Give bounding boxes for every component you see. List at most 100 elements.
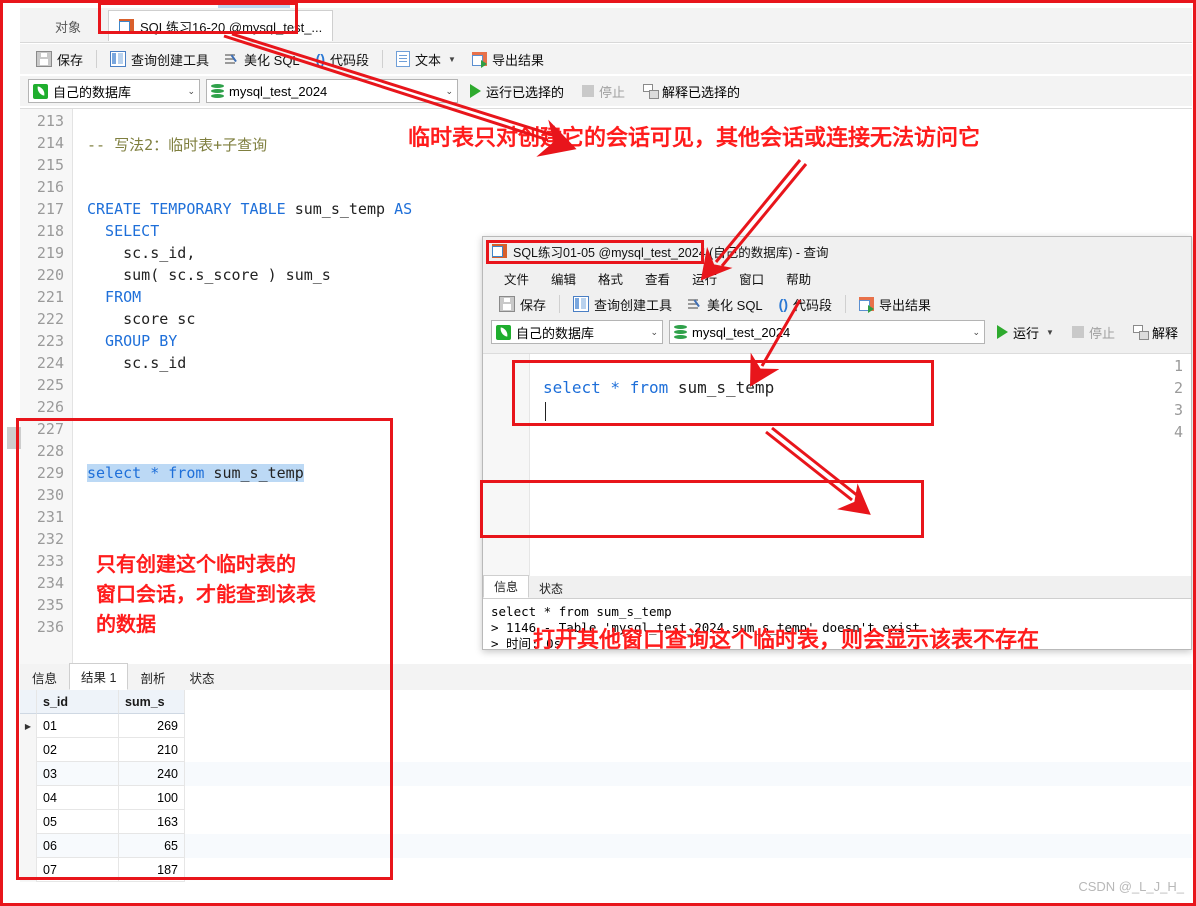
cell-sum-s[interactable]: 65 <box>119 834 185 858</box>
cell-s-id[interactable]: 04 <box>37 786 119 810</box>
menu-view[interactable]: 查看 <box>634 267 681 290</box>
line-number: 214 <box>36 134 64 152</box>
beautify-sql-button[interactable]: 美化 SQL <box>217 47 308 72</box>
chevron-down-icon[interactable]: ⌄ <box>181 86 195 97</box>
chevron-down-icon[interactable]: ⌄ <box>966 327 980 338</box>
line-number: 222 <box>36 310 64 328</box>
sub-window-connection-bar: 自己的数据库 ⌄ mysql_test_2024 ⌄ 运行 ▼ 停止 解释 <box>483 317 1191 347</box>
table-row[interactable]: 07 187 <box>20 858 1192 882</box>
chevron-down-icon[interactable]: ⌄ <box>644 327 658 338</box>
toolbar-separator <box>382 50 383 68</box>
explain-button[interactable]: 解释 <box>1127 323 1184 342</box>
menu-format[interactable]: 格式 <box>587 267 634 290</box>
explain-icon <box>1132 325 1149 340</box>
table-row[interactable]: 06 65 <box>20 834 1192 858</box>
save-button[interactable]: 保存 <box>28 47 91 72</box>
cell-s-id[interactable]: 03 <box>37 762 119 786</box>
cell-s-id[interactable]: 05 <box>37 810 119 834</box>
menu-window[interactable]: 窗口 <box>728 267 775 290</box>
save-icon <box>499 296 515 312</box>
row-marker <box>20 834 37 858</box>
explain-selected-button[interactable]: 解释已选择的 <box>637 82 746 101</box>
tab-objects[interactable]: 对象 <box>40 14 96 42</box>
line-number: 234 <box>36 574 64 592</box>
chevron-down-icon[interactable]: ▼ <box>1046 328 1054 337</box>
menu-edit[interactable]: 编辑 <box>540 267 587 290</box>
info-tab-info[interactable]: 信息 <box>483 575 530 598</box>
table-row[interactable]: 02 210 <box>20 738 1192 762</box>
export-icon <box>471 52 487 68</box>
info-tab-status[interactable]: 状态 <box>529 578 573 598</box>
annotation-left-note-line3: 的数据 <box>96 614 156 636</box>
cell-s-id[interactable]: 02 <box>37 738 119 762</box>
export-result-button[interactable]: 导出结果 <box>851 292 939 317</box>
menu-file[interactable]: 文件 <box>493 267 540 290</box>
result-tab-result1[interactable]: 结果 1 <box>69 663 129 690</box>
code-snippet-icon: () <box>778 296 788 312</box>
code-line-selected: select * from sum_s_temp <box>87 464 304 482</box>
database-value: mysql_test_2024 <box>692 324 791 340</box>
table-row[interactable]: 05 163 <box>20 810 1192 834</box>
result-tab-profile[interactable]: 剖析 <box>128 664 177 690</box>
editor-vertical-scrollbar[interactable] <box>7 427 21 449</box>
row-marker <box>20 762 37 786</box>
sub-sql-editor[interactable]: 1 2 3 4 select * from sum_s_temp 信息 状态 s… <box>483 353 1191 649</box>
leaf-icon <box>496 324 511 340</box>
cell-sum-s[interactable]: 187 <box>119 858 185 882</box>
table-row[interactable]: 03 240 <box>20 762 1192 786</box>
cell-sum-s[interactable]: 269 <box>119 714 185 738</box>
query-builder-button[interactable]: 查询创建工具 <box>565 292 680 317</box>
column-header-s-id[interactable]: s_id <box>37 690 119 714</box>
result-grid[interactable]: s_id sum_s ▶ 01 269 02 210 03 240 04 100… <box>20 690 1192 890</box>
cell-s-id[interactable]: 01 <box>37 714 119 738</box>
result-tab-status[interactable]: 状态 <box>177 664 226 690</box>
play-icon <box>470 84 481 98</box>
text-cursor <box>545 402 546 421</box>
tab-sql-document[interactable]: SQL练习16-20 @mysql_test_... <box>108 10 334 41</box>
save-button[interactable]: 保存 <box>491 292 554 317</box>
cell-sum-s[interactable]: 210 <box>119 738 185 762</box>
cell-s-id[interactable]: 07 <box>37 858 119 882</box>
chevron-down-icon[interactable]: ▼ <box>448 55 456 64</box>
code-snippet-button[interactable]: () 代码段 <box>308 47 377 72</box>
cell-sum-s[interactable]: 163 <box>119 810 185 834</box>
sub-info-tabs: 信息 状态 <box>483 575 1191 599</box>
export-icon <box>859 297 874 313</box>
cell-s-id[interactable]: 06 <box>37 834 119 858</box>
connection-select[interactable]: 自己的数据库 ⌄ <box>28 79 200 103</box>
query-builder-button[interactable]: 查询创建工具 <box>102 47 217 72</box>
connection-select[interactable]: 自己的数据库 ⌄ <box>491 320 663 344</box>
line-number: 223 <box>36 332 64 350</box>
cell-sum-s[interactable]: 240 <box>119 762 185 786</box>
run-selected-button[interactable]: 运行已选择的 <box>464 82 570 101</box>
row-marker <box>20 738 37 762</box>
database-select[interactable]: mysql_test_2024 ⌄ <box>669 320 985 344</box>
row-marker <box>20 858 37 882</box>
query-builder-label: 查询创建工具 <box>594 297 673 313</box>
save-icon <box>36 51 52 67</box>
stop-icon <box>582 85 595 97</box>
stop-button-label: 停止 <box>599 84 626 100</box>
sub-window-title-bar: SQL练习01-05 @mysql_test_2024 (自己的数据库) - 查… <box>483 237 1191 265</box>
database-select[interactable]: mysql_test_2024 ⌄ <box>206 79 458 103</box>
text-button[interactable]: 文本 ▼ <box>388 47 464 72</box>
sub-query-window[interactable]: SQL练习01-05 @mysql_test_2024 (自己的数据库) - 查… <box>482 236 1192 650</box>
table-row[interactable]: 04 100 <box>20 786 1192 810</box>
export-result-button[interactable]: 导出结果 <box>464 47 552 72</box>
cell-sum-s[interactable]: 100 <box>119 786 185 810</box>
table-row[interactable]: ▶ 01 269 <box>20 714 1192 738</box>
menu-run[interactable]: 运行 <box>681 267 728 290</box>
beautify-sql-button[interactable]: 美化 SQL <box>680 292 771 317</box>
result-tab-info[interactable]: 信息 <box>20 664 69 690</box>
menu-help[interactable]: 帮助 <box>775 267 822 290</box>
row-marker <box>20 810 37 834</box>
code-snippet-button[interactable]: () 代码段 <box>771 292 840 317</box>
query-builder-icon <box>573 296 590 312</box>
annotation-bottom-note: 打开其他窗口查询这个临时表，则会显示该表不存在 <box>533 627 1040 652</box>
column-header-sum-s[interactable]: sum_s <box>119 690 185 714</box>
play-icon <box>997 325 1008 339</box>
chevron-down-icon[interactable]: ⌄ <box>439 86 453 97</box>
table-icon <box>492 244 507 258</box>
run-button[interactable]: 运行 ▼ <box>991 323 1060 342</box>
line-number: 221 <box>36 288 64 306</box>
